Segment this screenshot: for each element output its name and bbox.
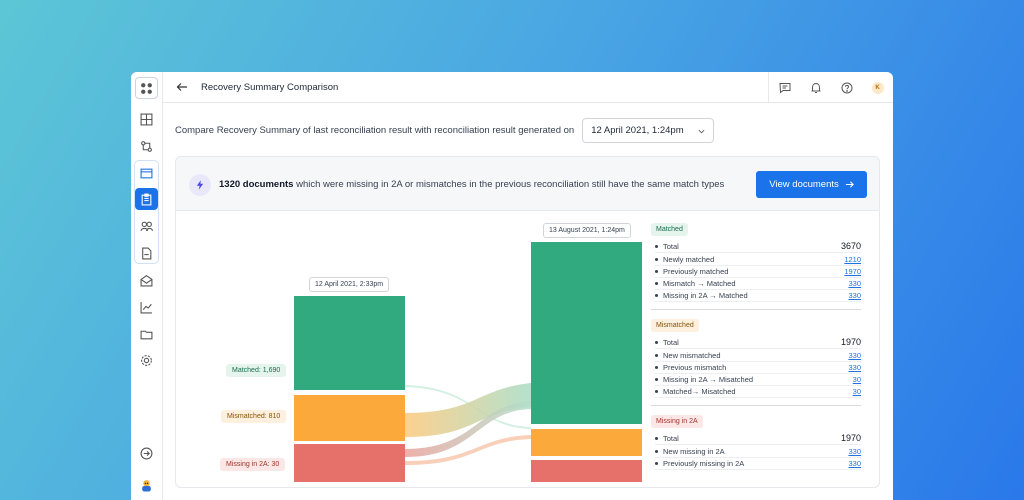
summary-row: Missing in 2A → Misatched 30 bbox=[655, 374, 861, 386]
top-bar: Recovery Summary Comparison K bbox=[163, 72, 893, 103]
count-link[interactable]: 330 bbox=[848, 363, 861, 372]
section-tag-mismatched: Mismatched bbox=[651, 319, 699, 332]
chat-icon[interactable] bbox=[769, 72, 800, 103]
compare-row: Compare Recovery Summary of last reconci… bbox=[175, 118, 715, 143]
left-label-matched: Matched: 1,690 bbox=[226, 364, 287, 377]
apps-grid-icon[interactable] bbox=[135, 77, 158, 99]
banner-text: 1320 documents which were missing in 2A … bbox=[219, 179, 724, 190]
chevron-down-icon bbox=[698, 129, 705, 134]
summary-row: Total 3670 bbox=[655, 241, 861, 253]
banner-message: which were missing in 2A or mismatches i… bbox=[293, 179, 725, 190]
folder-icon[interactable] bbox=[135, 323, 158, 345]
analytics-icon[interactable] bbox=[135, 296, 158, 318]
arrow-right-icon bbox=[845, 181, 854, 188]
count-link[interactable]: 30 bbox=[853, 375, 861, 384]
left-bar-mismatched bbox=[294, 395, 405, 441]
right-bar-missing bbox=[531, 460, 642, 482]
mail-icon[interactable] bbox=[135, 269, 158, 291]
browser-icon[interactable] bbox=[135, 162, 158, 184]
app-window: Recovery Summary Comparison K Compare Re… bbox=[131, 72, 893, 500]
summary-row: Previous mismatch 330 bbox=[655, 362, 861, 374]
section-tag-missing: Missing in 2A bbox=[651, 415, 703, 428]
page-title: Recovery Summary Comparison bbox=[201, 81, 339, 93]
users-icon[interactable] bbox=[135, 215, 158, 237]
date-select-value: 12 April 2021, 1:24pm bbox=[591, 125, 684, 136]
right-bar-mismatched bbox=[531, 429, 642, 456]
clipboard-icon[interactable] bbox=[135, 188, 158, 210]
count-link[interactable]: 30 bbox=[853, 387, 861, 396]
compare-label: Compare Recovery Summary of last reconci… bbox=[175, 125, 575, 136]
count-link[interactable]: 1970 bbox=[844, 267, 861, 276]
right-bar-matched bbox=[531, 242, 642, 424]
summary-row: Missing in 2A → Matched 330 bbox=[655, 290, 861, 302]
sidebar bbox=[131, 72, 163, 500]
bell-icon[interactable] bbox=[800, 72, 831, 103]
back-arrow-icon[interactable] bbox=[176, 79, 192, 95]
avatar-initial: K bbox=[871, 81, 884, 94]
summary-row: Total 1970 bbox=[655, 337, 861, 349]
view-documents-label: View documents bbox=[769, 179, 839, 190]
count-link[interactable]: 330 bbox=[848, 291, 861, 300]
summary-row: Mismatch → Matched 330 bbox=[655, 278, 861, 290]
summary-row: New mismatched 330 bbox=[655, 350, 861, 362]
lightning-icon bbox=[189, 174, 211, 196]
left-label-missing: Missing in 2A: 30 bbox=[220, 458, 286, 471]
assistant-bot-icon[interactable] bbox=[135, 474, 158, 496]
user-avatar[interactable]: K bbox=[862, 72, 893, 103]
settings-gear-icon[interactable] bbox=[135, 349, 158, 371]
summary-row: Total 1970 bbox=[655, 433, 861, 445]
info-banner: 1320 documents which were missing in 2A … bbox=[176, 157, 879, 211]
logout-icon[interactable] bbox=[135, 442, 158, 464]
help-icon[interactable] bbox=[831, 72, 862, 103]
section-divider bbox=[651, 309, 861, 310]
count-link[interactable]: 330 bbox=[848, 459, 861, 468]
reconcile-icon[interactable] bbox=[135, 135, 158, 157]
left-label-mismatched: Mismatched: 810 bbox=[221, 410, 287, 423]
count-link[interactable]: 1210 bbox=[844, 255, 861, 264]
count-link[interactable]: 330 bbox=[848, 351, 861, 360]
section-divider bbox=[651, 405, 861, 406]
count-link[interactable]: 330 bbox=[848, 447, 861, 456]
left-bar-missing bbox=[294, 444, 405, 482]
banner-count: 1320 documents bbox=[219, 179, 294, 190]
section-tag-matched: Matched bbox=[651, 223, 688, 236]
count-link[interactable]: 330 bbox=[848, 279, 861, 288]
summary-row: New missing in 2A 330 bbox=[655, 446, 861, 458]
summary-row: Previously matched 1970 bbox=[655, 266, 861, 278]
sankey-svg bbox=[294, 242, 642, 482]
summary-row: Newly matched 1210 bbox=[655, 254, 861, 266]
document-icon[interactable] bbox=[135, 242, 158, 264]
summary-row: Matched→ Misatched 30 bbox=[655, 386, 861, 398]
dashboard-icon[interactable] bbox=[135, 108, 158, 130]
summary-row: Previously missing in 2A 330 bbox=[655, 458, 861, 470]
view-documents-button[interactable]: View documents bbox=[756, 171, 867, 198]
left-date-chip: 12 April 2021, 2:33pm bbox=[309, 277, 390, 292]
date-select[interactable]: 12 April 2021, 1:24pm bbox=[582, 118, 715, 143]
comparison-panel: 1320 documents which were missing in 2A … bbox=[175, 156, 880, 488]
sankey-chart: 12 April 2021, 2:33pm 13 August 2021, 1:… bbox=[176, 211, 879, 487]
right-date-chip: 13 August 2021, 1:24pm bbox=[543, 223, 631, 238]
left-bar-matched bbox=[294, 296, 405, 390]
